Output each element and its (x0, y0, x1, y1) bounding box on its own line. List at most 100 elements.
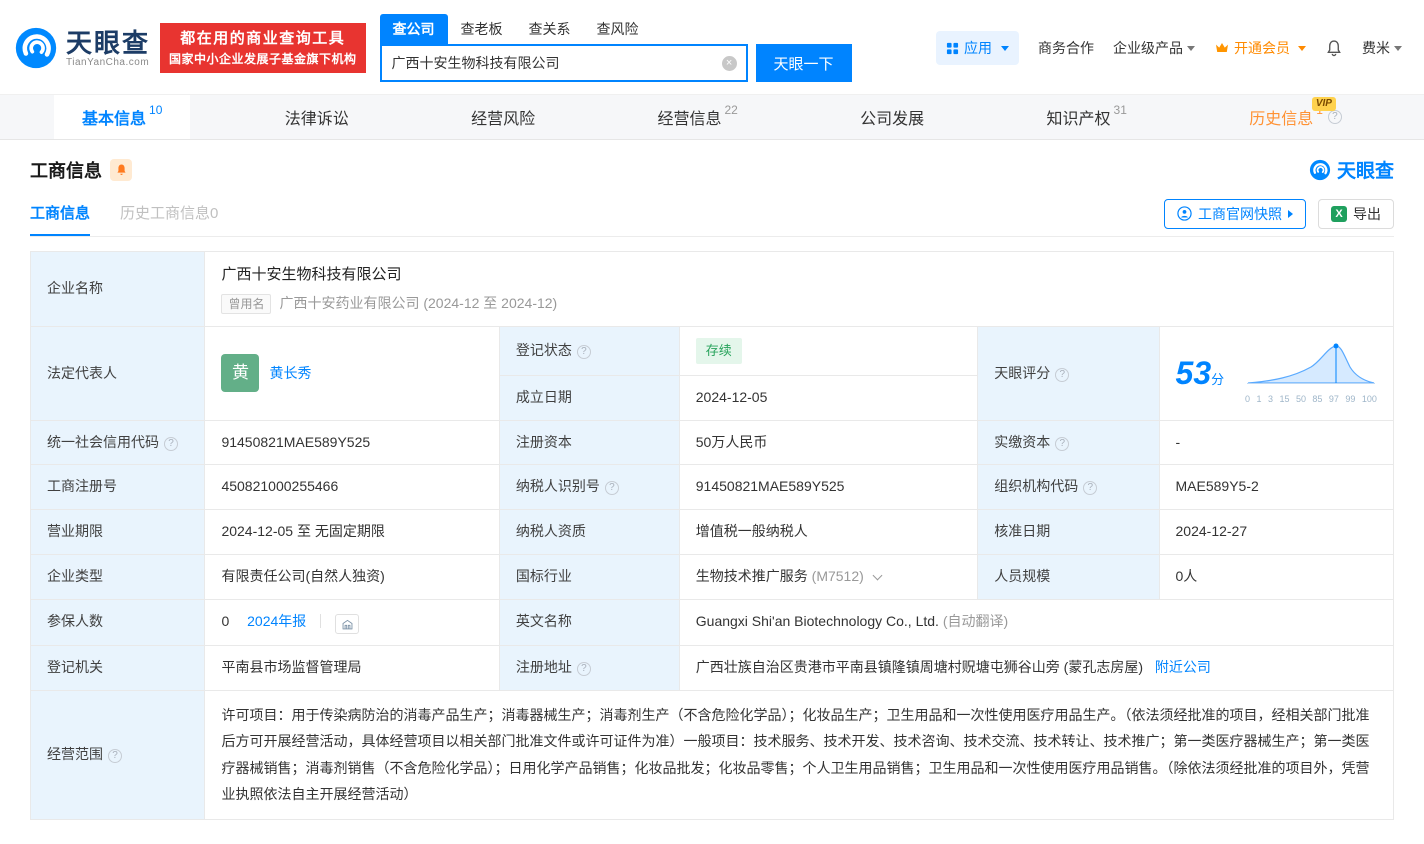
apps-grid-icon (946, 42, 959, 54)
tax-id-value: 91450821MAE589Y525 (678, 464, 979, 511)
tab-basic-info[interactable]: 基本信息 10 (54, 95, 191, 139)
field-value: - (1175, 433, 1181, 450)
business-term-value: 2024-12-05 至 无固定期限 (204, 509, 500, 555)
annual-report-link[interactable]: 2024年报 (247, 613, 306, 629)
snapshot-icon (1177, 206, 1192, 221)
reg-address-label: 注册地址? (498, 645, 680, 691)
expand-industry-icon[interactable] (872, 570, 883, 581)
tab-legal-proceedings[interactable]: 法律诉讼 (257, 95, 377, 139)
crown-icon (1216, 43, 1228, 52)
search-area: 查公司 查老板 查关系 查风险 × 天眼一下 (379, 14, 852, 82)
help-icon[interactable]: ? (1055, 367, 1070, 382)
field-label: 登记状态 (515, 342, 572, 359)
help-icon[interactable]: ? (1055, 436, 1070, 451)
reg-no-label: 工商注册号 (29, 464, 206, 511)
staff-size-label: 人员规模 (977, 553, 1160, 600)
table-row: 工商注册号 450821000255466 纳税人识别号? 91450821MA… (29, 464, 1395, 511)
search-button[interactable]: 天眼一下 (755, 44, 852, 82)
field-label: 英文名称 (515, 613, 572, 630)
field-label: 天眼评分 (994, 364, 1051, 381)
field-label: 法定代表人 (47, 364, 117, 381)
field-value: 平南县市场监督管理局 (221, 659, 362, 676)
building-icon (342, 619, 352, 629)
nearby-companies-link[interactable]: 附近公司 (1155, 659, 1211, 675)
slogan-line2: 国家中小企业发展子基金旗下机构 (169, 52, 357, 66)
credit-code-value: 91450821MAE589Y525 (204, 419, 500, 466)
clear-search-icon[interactable]: × (721, 55, 737, 71)
tab-history-info[interactable]: VIP 历史信息 1 ? (1221, 95, 1370, 139)
search-tab-relation[interactable]: 查关系 (516, 14, 584, 44)
field-value: 2024-12-27 (1175, 523, 1248, 540)
field-value: 0 (221, 612, 230, 629)
approve-date-label: 核准日期 (977, 509, 1160, 555)
apps-menu-button[interactable]: 应用 (936, 31, 1019, 65)
export-button[interactable]: X 导出 (1318, 198, 1394, 229)
tianyancha-logo[interactable]: 天眼查 TianYanCha.com (14, 26, 150, 70)
business-info-table: 企业名称 广西十安生物科技有限公司 曾用名 广西十安药业有限公司 (2024-1… (29, 251, 1395, 821)
table-row: 营业期限 2024-12-05 至 无固定期限 纳税人资质 增值税一般纳税人 核… (29, 509, 1395, 555)
tab-count: 31 (1113, 103, 1127, 117)
score-unit: 分 (1211, 371, 1225, 387)
tab-label: 经营风险 (471, 111, 536, 128)
search-tabs: 查公司 查老板 查关系 查风险 (379, 14, 852, 44)
tab-count: 10 (149, 103, 163, 117)
help-icon[interactable]: ? (164, 436, 178, 451)
tianyancha-logo-icon (15, 27, 57, 69)
reg-status-label: 登记状态? (498, 325, 680, 377)
score-axis-ticks: 0 1 3 15 50 85 97 99 100 (1245, 394, 1377, 405)
legal-rep-link[interactable]: 黄长秀 (269, 363, 311, 385)
company-type-label: 企业类型 (29, 553, 206, 600)
industry-label: 国标行业 (498, 553, 680, 600)
tab-operating-info[interactable]: 经营信息 22 (629, 95, 765, 139)
search-tab-company[interactable]: 查公司 (379, 14, 448, 44)
subtab-business-info[interactable]: 工商信息 (30, 191, 91, 236)
table-row: 经营范围? 许可项目：用于传染病防治的消毒产品生产；消毒器械生产；消毒剂生产（不… (29, 689, 1394, 821)
field-label: 营业期限 (47, 523, 103, 540)
paid-capital-label: 实缴资本? (977, 419, 1160, 466)
tab-company-development[interactable]: 公司发展 (832, 95, 952, 139)
help-icon[interactable]: ? (604, 481, 619, 496)
score-chart: 0 1 3 15 50 85 97 99 100 (1245, 340, 1377, 408)
tab-operating-risk[interactable]: 经营风险 (443, 95, 563, 139)
field-value: 有限责任公司(自然人独资) (221, 567, 385, 584)
vip-membership-link[interactable]: 开通会员 (1214, 38, 1306, 58)
enterprise-products-link[interactable]: 企业级产品 (1113, 38, 1195, 58)
notification-bell-icon[interactable] (1325, 39, 1343, 57)
business-scope-value: 许可项目：用于传染病防治的消毒产品生产；消毒器械生产；消毒剂生产（不含危险化学品… (204, 689, 1394, 821)
reg-capital-label: 注册资本 (498, 419, 680, 466)
search-tab-risk[interactable]: 查风险 (584, 14, 652, 44)
field-label: 工商注册号 (47, 478, 117, 495)
company-name-text: 广西十安生物科技有限公司 (221, 266, 402, 283)
field-label: 企业名称 (47, 280, 103, 297)
tab-count: 22 (724, 103, 738, 117)
score-value: 53分 0 1 3 15 50 85 97 99 100 (1158, 325, 1395, 421)
divider (320, 613, 322, 628)
table-row: 参保人数 0 2024年报 英文名称 Guangxi Shi'an Biotec… (29, 598, 1395, 647)
help-icon[interactable]: ? (1327, 110, 1342, 124)
slogan-banner: 都在用的商业查询工具 国家中小企业发展子基金旗下机构 (160, 23, 366, 73)
help-icon[interactable]: ? (1083, 481, 1098, 496)
business-scope-text: 许可项目：用于传染病防治的消毒产品生产；消毒器械生产；消毒剂生产（不含危险化学品… (221, 706, 1370, 803)
help-icon[interactable]: ? (576, 662, 591, 677)
business-cooperation-link[interactable]: 商务合作 (1038, 38, 1094, 58)
subscribe-bell-icon[interactable] (110, 158, 132, 181)
top-header: 天眼查 TianYanCha.com 都在用的商业查询工具 国家中小企业发展子基… (0, 0, 1424, 94)
annual-report-icon-button[interactable] (335, 614, 360, 635)
field-value: Guangxi Shi'an Biotechnology Co., Ltd. (695, 613, 939, 630)
company-search-input[interactable] (381, 55, 722, 71)
industry-value: 生物技术推广服务 (M7512) (678, 553, 979, 600)
official-snapshot-button[interactable]: 工商官网快照 (1164, 198, 1306, 229)
score-val: 53 (1175, 354, 1212, 391)
help-icon[interactable]: ? (576, 345, 591, 360)
page-title: 工商信息 (30, 160, 102, 181)
tax-id-label: 纳税人识别号? (498, 464, 680, 511)
tab-label: 基本信息 (82, 111, 147, 128)
subtab-history-business-info[interactable]: 历史工商信息0 (120, 191, 218, 236)
user-menu[interactable]: 费米 (1362, 38, 1402, 58)
enterprise-products-label: 企业级产品 (1113, 40, 1183, 56)
field-label: 参保人数 (47, 613, 103, 630)
search-tab-boss[interactable]: 查老板 (448, 14, 516, 44)
tab-intellectual-property[interactable]: 知识产权 31 (1019, 95, 1155, 139)
help-icon[interactable]: ? (108, 749, 122, 764)
establish-date-label: 成立日期 (498, 375, 680, 421)
